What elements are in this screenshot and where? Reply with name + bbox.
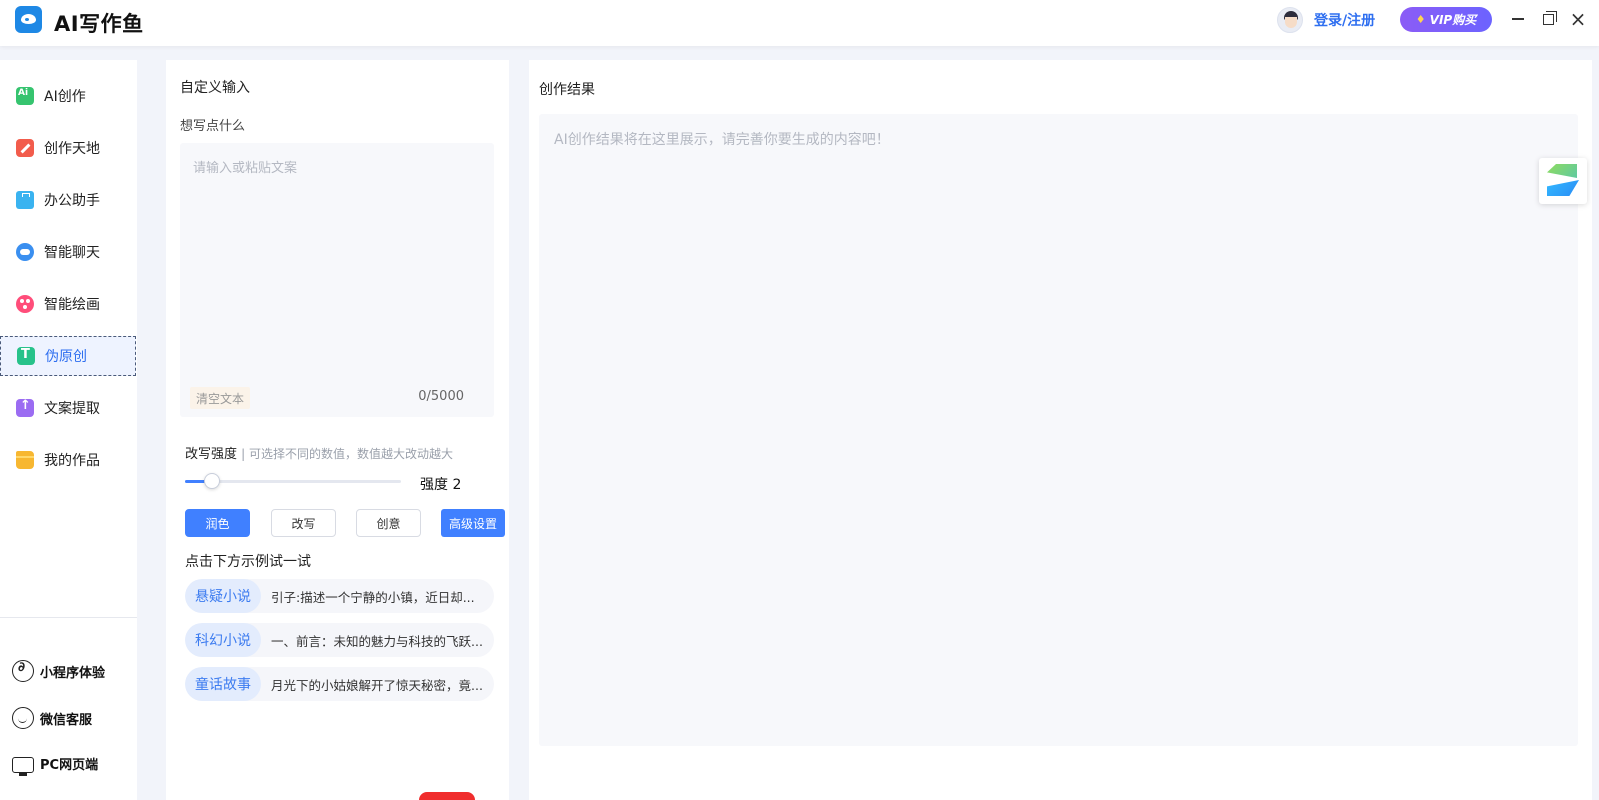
sidebar-item-label: 办公助手 [44,193,100,209]
sidebar: AI创作 创作天地 办公助手 智能聊天 智能绘画 伪原创 文案提取 我的作品 小… [0,60,137,800]
vip-purchase-button[interactable]: ♦ VIP购买 [1400,7,1492,32]
diamond-icon: ♦ [1415,13,1426,26]
wechat-service-label: 微信客服 [40,712,93,728]
mini-program-link[interactable]: 小程序体验 [12,660,105,682]
upload-icon [16,398,34,417]
mini-program-icon [12,660,34,682]
app-title: AI写作鱼 [54,12,144,36]
clear-text-button[interactable]: 清空文本 [190,387,251,409]
rewrite-strength-label: 改写强度 | 可选择不同的数值，数值越大改动越大 [185,443,453,462]
wechat-service-link[interactable]: 微信客服 [12,707,92,729]
result-placeholder: AI创作结果将在这里展示，请完善你要生成的内容吧！ [554,132,890,148]
result-area: AI创作结果将在这里展示，请完善你要生成的内容吧！ [539,114,1578,746]
sidebar-item-smart-painting[interactable]: 智能绘画 [0,284,137,324]
example-item[interactable]: 悬疑小说 引子:描述一个宁静的小镇，近日却... [185,579,494,613]
maximize-button[interactable] [1538,9,1558,29]
polish-button[interactable]: 润色 [185,509,250,537]
text-input[interactable] [180,143,494,373]
sidebar-item-label: 伪原创 [45,349,87,365]
advanced-settings-button[interactable]: 高级设置 [441,509,505,537]
sidebar-item-label: 创作天地 [44,141,100,157]
title-bar: AI写作鱼 登录/注册 ♦ VIP购买 × [0,0,1599,46]
strength-title: 改写强度 [185,447,238,462]
result-title: 创作结果 [539,82,595,98]
widget-logo-bottom-shape [1547,180,1579,196]
briefcase-icon [16,191,34,209]
chat-icon [16,243,34,261]
sidebar-divider [0,617,137,618]
sidebar-item-ai-create[interactable]: AI创作 [0,76,137,116]
prompt-label: 想写点什么 [180,119,246,134]
sidebar-item-office-assistant[interactable]: 办公助手 [0,180,137,220]
strength-value: 强度 2 [420,477,462,493]
strength-hint: | 可选择不同的数值，数值越大改动越大 [241,447,454,461]
user-avatar[interactable] [1277,7,1303,33]
input-panel-title: 自定义输入 [180,80,250,96]
wechat-icon [12,707,34,729]
sidebar-item-copy-extract[interactable]: 文案提取 [0,388,137,428]
widget-logo-top-shape [1547,164,1577,178]
creative-button[interactable]: 创意 [356,509,421,537]
text-icon [17,347,35,365]
minimize-icon [1512,18,1524,20]
example-item[interactable]: 科幻小说 一、前言：未知的魅力与科技的飞跃... [185,623,494,657]
input-panel: 自定义输入 想写点什么 清空文本 0/5000 改写强度 | 可选择不同的数值，… [166,60,509,800]
sidebar-item-creative-world[interactable]: 创作天地 [0,128,137,168]
pc-web-link[interactable]: PC网页端 [12,754,99,776]
text-input-box: 清空文本 0/5000 [180,143,494,417]
sidebar-item-label: 智能聊天 [44,245,100,261]
pc-web-label: PC网页端 [40,758,99,773]
char-count: 0/5000 [418,389,464,404]
vip-label: VIP购买 [1429,13,1477,27]
sidebar-item-my-works[interactable]: 我的作品 [0,440,137,480]
sidebar-item-label: 我的作品 [44,453,100,469]
result-panel: 创作结果 AI创作结果将在这里展示，请完善你要生成的内容吧！ [529,60,1592,800]
login-register-link[interactable]: 登录/注册 [1314,10,1375,30]
restore-icon [1542,10,1557,25]
strength-slider[interactable] [185,473,401,489]
floating-app-widget[interactable] [1539,158,1587,204]
ai-icon [16,87,34,105]
palette-icon [16,295,34,313]
examples-title: 点击下方示例试一试 [185,554,311,570]
example-tag: 科幻小说 [185,623,261,657]
pc-icon [12,756,34,776]
sidebar-item-label: AI创作 [44,89,86,105]
folder-icon [16,451,34,469]
example-text: 引子:描述一个宁静的小镇，近日却... [271,589,475,605]
close-button[interactable]: × [1568,9,1588,29]
example-tag: 童话故事 [185,667,261,701]
sidebar-item-smart-chat[interactable]: 智能聊天 [0,232,137,272]
example-text: 月光下的小姑娘解开了惊天秘密，竟... [271,677,483,693]
minimize-button[interactable] [1508,9,1528,29]
example-text: 一、前言：未知的魅力与科技的飞跃... [271,633,483,649]
example-item[interactable]: 童话故事 月光下的小姑娘解开了惊天秘密，竟... [185,667,494,701]
slider-thumb[interactable] [204,473,220,489]
sidebar-item-pseudo-original[interactable]: 伪原创 [0,336,136,376]
pen-icon [16,139,34,157]
sidebar-item-label: 文案提取 [44,401,100,417]
fish-logo-icon [15,6,42,33]
rewrite-button[interactable]: 改写 [271,509,336,537]
mini-program-label: 小程序体验 [40,665,106,681]
example-tag: 悬疑小说 [185,579,261,613]
promo-badge[interactable] [419,792,475,800]
sidebar-item-label: 智能绘画 [44,297,100,313]
